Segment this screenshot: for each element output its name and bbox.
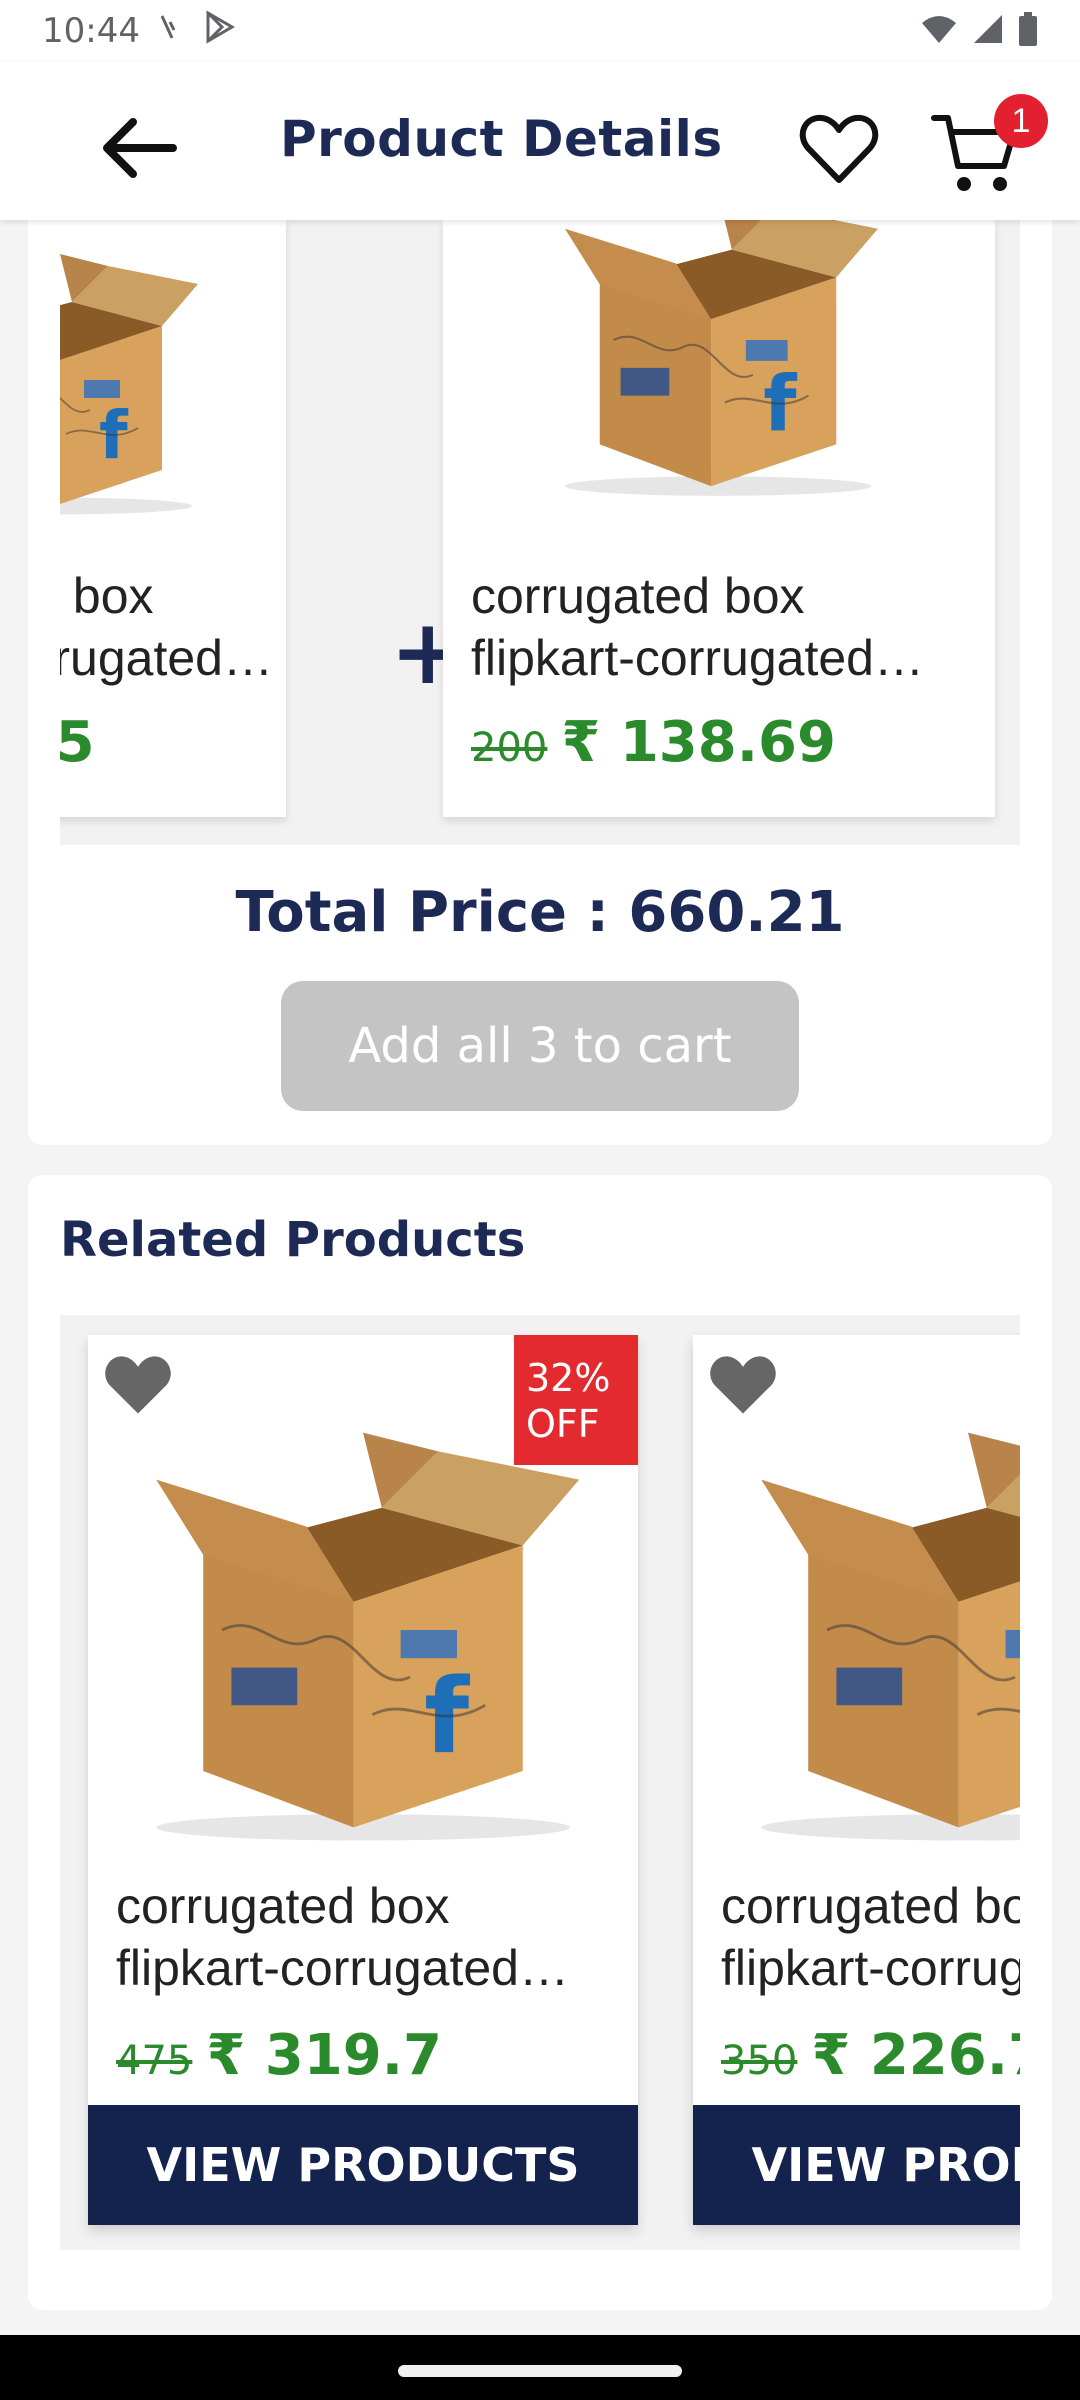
combo-strip[interactable]: corrugated box flipkart-corrugated… ₹ 13… (60, 220, 1020, 845)
product-image (443, 220, 995, 540)
price-current: ₹ 138.05 (60, 710, 95, 775)
product-name: corrugated box flipkart-corrugated… (721, 1875, 1020, 1999)
price-current: ₹ 138.69 (561, 710, 836, 775)
add-all-to-cart-button[interactable]: Add all 3 to cart (281, 981, 799, 1111)
product-image (60, 220, 286, 540)
box-image (128, 1405, 598, 1855)
play-store-icon (202, 9, 236, 53)
back-button[interactable] (96, 106, 180, 190)
status-left: 10:44 (42, 9, 236, 53)
price-current: ₹ 319.7 (206, 2023, 442, 2088)
status-right (920, 11, 1038, 51)
product-name-line2: flipkart-corrugated… (721, 1940, 1020, 1996)
related-products-carousel[interactable]: 32% OFF corrugated box flipkart-corrugat… (60, 1315, 1020, 2250)
box-image (733, 1405, 1020, 1855)
product-name-line2: flipkart-corrugated… (116, 1940, 569, 1996)
app-bar: Product Details 1 (0, 62, 1080, 220)
favorite-button[interactable] (703, 1345, 783, 1425)
product-price: 350 ₹ 226.7 (721, 2023, 1020, 2088)
product-price: 475 ₹ 319.7 (116, 2023, 442, 2088)
price-original: 350 (721, 2038, 798, 2084)
heart-filled-icon (710, 1356, 776, 1414)
product-name-line2: flipkart-corrugated… (471, 630, 924, 686)
product-card[interactable]: corrugated box flipkart-corrugated… 350 ₹… (693, 1335, 1020, 2225)
product-name: corrugated box flipkart-corrugated… (116, 1875, 569, 1999)
wishlist-button[interactable] (794, 104, 884, 194)
section-title: Related Products (60, 1212, 526, 1268)
signal-off-icon (158, 11, 184, 51)
box-image (60, 220, 210, 540)
view-products-button[interactable]: VIEW PRODUCTS (88, 2105, 638, 2225)
discount-badge: 32% OFF (514, 1335, 638, 1465)
price-current: ₹ 226.7 (811, 2023, 1020, 2088)
heart-outline-icon (799, 114, 879, 183)
product-name-line2: flipkart-corrugated… (60, 630, 273, 686)
page-title: Product Details (280, 110, 723, 168)
box-image (518, 220, 918, 500)
product-card[interactable]: 32% OFF corrugated box flipkart-corrugat… (88, 1335, 638, 2225)
total-price: Total Price : 660.21 (235, 880, 845, 945)
price-original: 475 (116, 2038, 193, 2084)
favorite-button[interactable] (98, 1345, 178, 1425)
battery-icon (1018, 11, 1038, 51)
price-original: 200 (471, 725, 548, 771)
discount-label: OFF (526, 1402, 600, 1446)
product-name-line1: corrugated box (60, 568, 154, 624)
wifi-icon (920, 13, 958, 50)
cell-signal-icon (972, 13, 1004, 50)
product-name: corrugated box flipkart-corrugated… (471, 565, 924, 689)
cart-count-badge: 1 (994, 94, 1048, 148)
arrow-left-icon (103, 118, 177, 178)
combo-item[interactable]: corrugated box flipkart-corrugated… ₹ 13… (60, 220, 286, 817)
product-name-line1: corrugated box (116, 1878, 450, 1934)
product-price: ₹ 138.05 (60, 710, 95, 775)
product-name-line1: corrugated box (721, 1878, 1020, 1934)
home-gesture-handle[interactable] (398, 2365, 682, 2377)
view-products-button[interactable]: VIEW PRODUCTS (693, 2105, 1020, 2225)
combo-item[interactable]: corrugated box flipkart-corrugated… 200 ₹… (443, 220, 995, 817)
cart-button[interactable]: 1 (930, 94, 1048, 194)
discount-percent: 32% (526, 1356, 611, 1400)
product-price: 200 ₹ 138.69 (471, 710, 836, 775)
product-name-line1: corrugated box (471, 568, 805, 624)
status-bar: 10:44 (0, 0, 1080, 62)
status-time: 10:44 (42, 11, 140, 51)
heart-filled-icon (105, 1356, 171, 1414)
product-name: corrugated box flipkart-corrugated… (60, 565, 273, 689)
